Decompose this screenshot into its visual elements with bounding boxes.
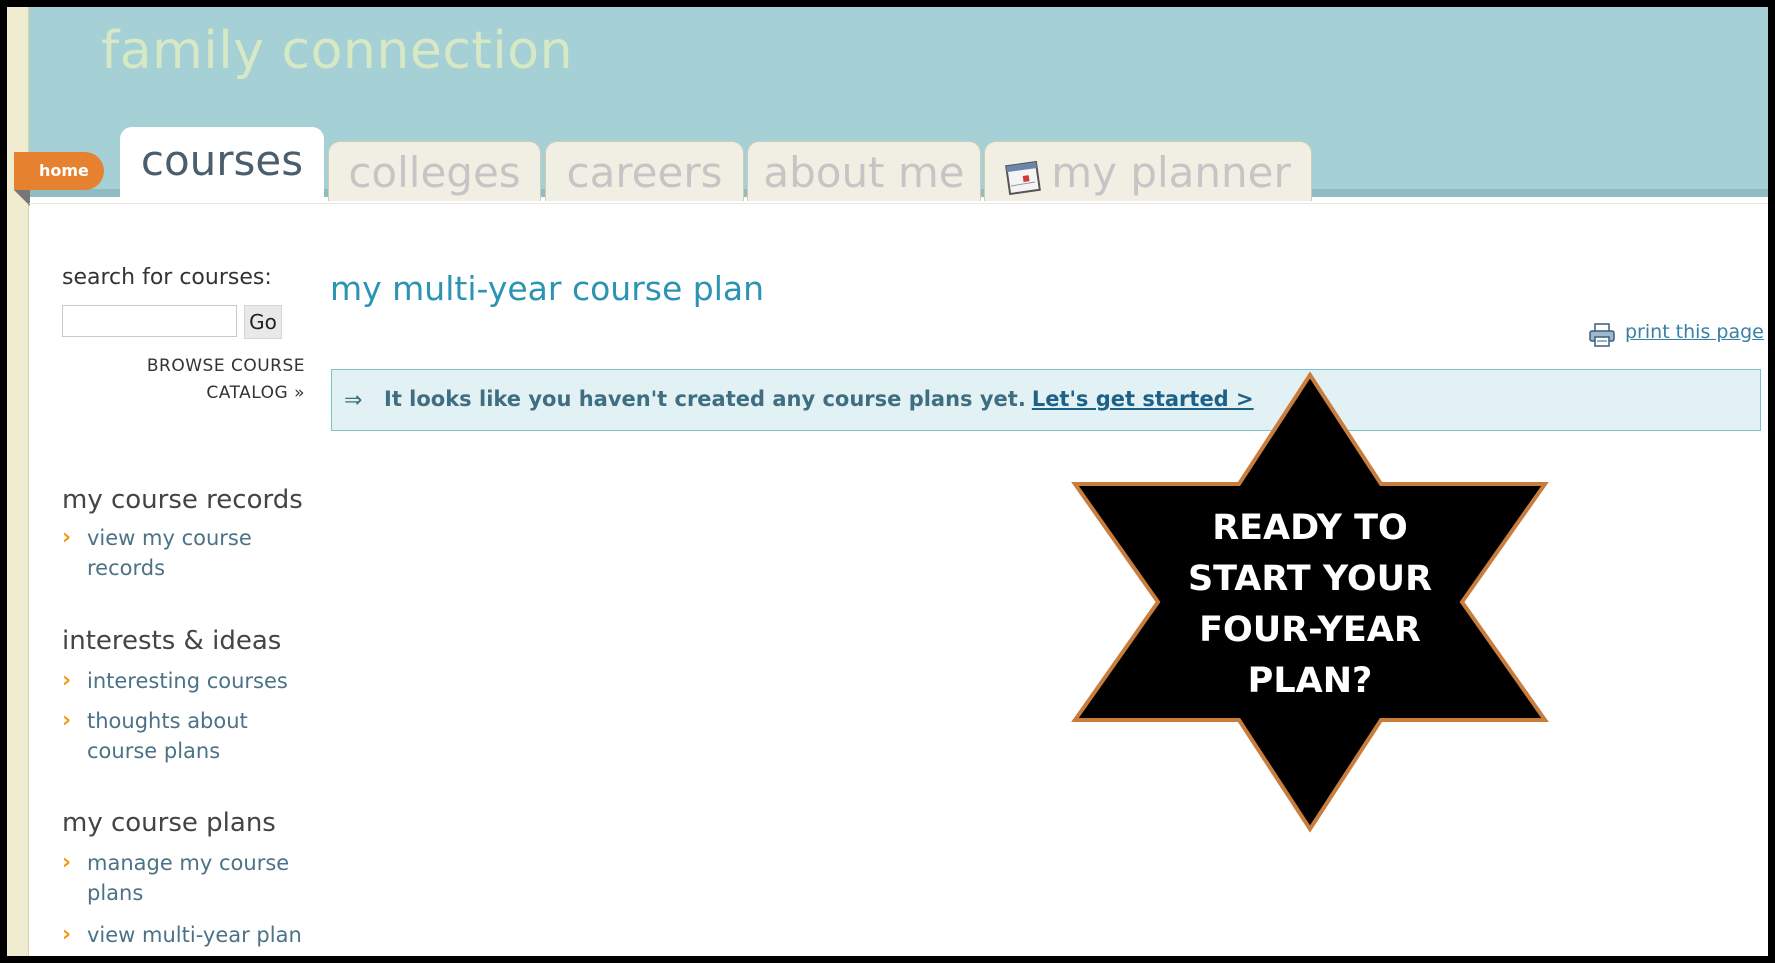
chevron-right-icon: › [62,708,72,733]
browse-catalog-link[interactable]: BROWSE COURSE CATALOG » [62,353,305,407]
tab-my-planner[interactable]: my planner [984,141,1312,201]
link-label: manage my course plans [87,851,290,905]
section-title-interests-ideas: interests & ideas [62,626,282,656]
browse-catalog-line1: BROWSE COURSE [146,356,305,376]
chevron-right-icon: › [62,668,72,693]
arrow-right-icon: ⇒ [344,388,363,413]
sidebar: search for courses: Go BROWSE COURSE CAT… [62,265,310,947]
page-frame: family connection home courses colleges … [0,0,1775,963]
chevron-right-icon: › [62,922,72,947]
link-label: interesting courses [87,669,288,693]
tab-about-me[interactable]: about me [747,141,981,201]
home-tab-fold [14,190,30,206]
page-title: my multi-year course plan [330,269,764,308]
calendar-icon [1005,153,1043,195]
chevron-right-icon: › [62,850,72,875]
go-button[interactable]: Go [244,305,282,339]
callout-line-2: START YOUR [1187,559,1433,599]
link-label: view multi-year plan [87,923,302,947]
callout-line-3: FOUR-YEAR [1199,610,1421,650]
callout-text: READY TO START YOUR FOUR-YEAR PLAN? [1155,503,1465,707]
print-page-label: print this page [1625,321,1764,343]
site-logo[interactable]: family connection [101,21,573,81]
browse-catalog-line2: CATALOG » [206,383,305,403]
section-title-course-plans: my course plans [62,808,276,838]
tab-careers[interactable]: careers [545,141,744,201]
content-divider [29,203,1768,204]
callout-line-1: READY TO [1212,508,1408,548]
tab-courses[interactable]: courses [120,127,324,203]
home-tab[interactable]: home [14,152,104,190]
tab-my-planner-label: my planner [1051,148,1291,197]
search-input[interactable] [62,305,237,337]
callout-line-4: PLAN? [1247,661,1373,701]
notice-message: It looks like you haven't created any co… [384,387,1026,411]
link-label: thoughts about course plans [87,709,248,763]
link-label: view my course records [87,526,252,580]
chevron-right-icon: › [62,525,72,550]
section-title-course-records: my course records [62,485,303,515]
search-label: search for courses: [62,265,272,290]
printer-icon [1589,323,1615,347]
left-stripe [7,7,29,956]
tab-colleges[interactable]: colleges [328,141,541,201]
